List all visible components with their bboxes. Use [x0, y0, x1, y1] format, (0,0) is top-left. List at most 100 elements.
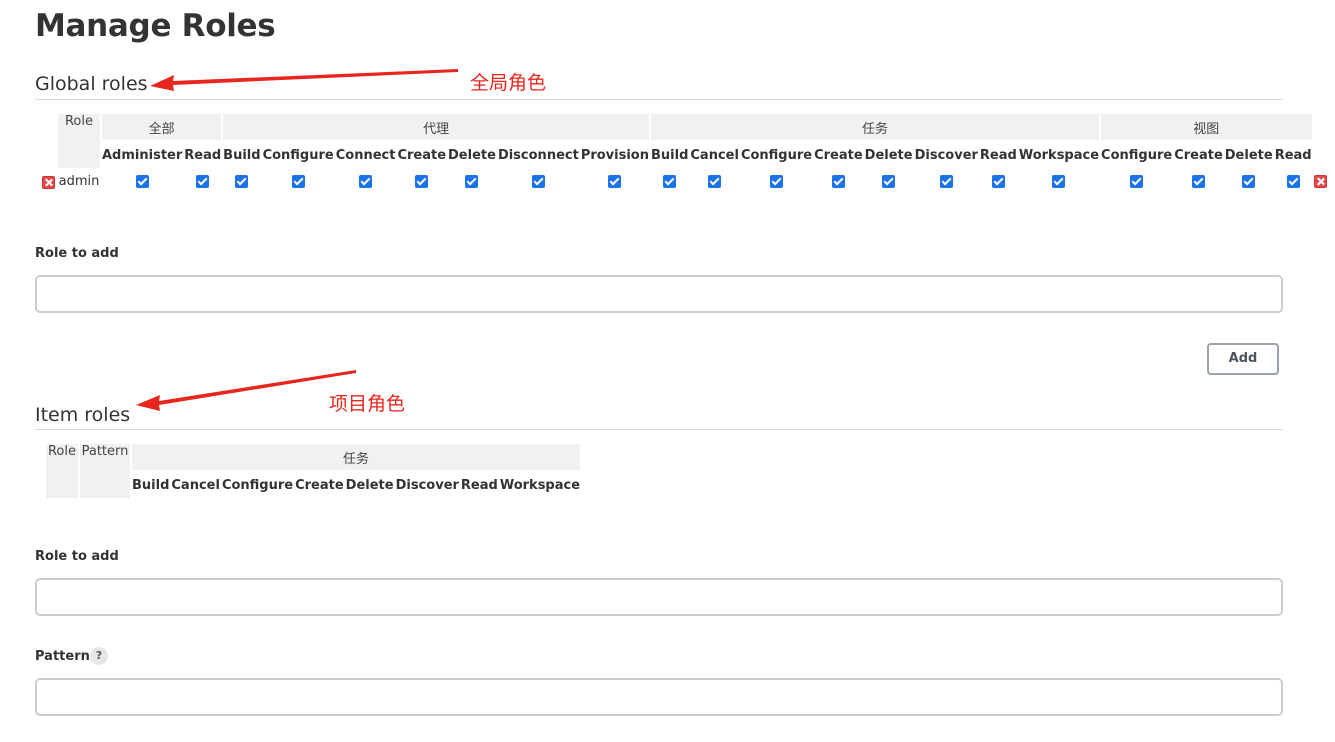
role-name: admin — [58, 173, 100, 189]
permission-header: Delete — [864, 147, 913, 163]
permission-header: Discover — [914, 147, 978, 163]
item-role-to-add-label: Role to add — [35, 549, 119, 564]
permission-header: Configure — [1101, 147, 1173, 163]
permission-checkbox[interactable] — [1130, 174, 1144, 188]
permission-header: Cancel — [171, 477, 220, 493]
role-name-cell: admin — [42, 170, 100, 192]
permission-cell — [498, 170, 579, 192]
pattern-column-header: Pattern — [80, 444, 130, 498]
permission-checkbox[interactable] — [770, 174, 784, 188]
permission-header: Read — [184, 147, 222, 163]
item-role-to-add-input[interactable] — [35, 578, 1283, 616]
permission-header: Read — [460, 477, 498, 493]
permission-cell — [184, 170, 221, 192]
permission-group-header: 任务 — [132, 444, 581, 470]
delete-role-icon[interactable] — [1313, 174, 1327, 188]
item-roles-annotation: 项目角色 — [329, 393, 406, 415]
permission-cell — [1275, 170, 1312, 192]
permission-checkbox[interactable] — [608, 174, 622, 188]
permission-checkbox[interactable] — [415, 174, 429, 188]
permission-cell — [581, 170, 649, 192]
permission-header: Workspace — [499, 477, 581, 493]
global-roles-annotation-arrow — [150, 69, 458, 91]
permission-checkbox[interactable] — [465, 174, 479, 188]
row-end-cell — [1313, 170, 1327, 192]
permission-cell — [1225, 170, 1273, 192]
permission-cell — [1101, 170, 1172, 192]
permission-checkbox[interactable] — [831, 174, 845, 188]
global-role-to-add-input[interactable] — [35, 275, 1283, 313]
item-roles-title: Item roles — [35, 404, 131, 426]
permission-header: Workspace — [1018, 147, 1100, 163]
permission-header: Delete — [1224, 147, 1273, 163]
permission-header: Provision — [580, 147, 649, 163]
permission-header: Delete — [448, 147, 496, 163]
pattern-label: Pattern — [35, 649, 90, 664]
permission-cell — [690, 170, 739, 192]
permission-checkbox[interactable] — [1286, 174, 1300, 188]
permission-checkbox[interactable] — [1242, 174, 1256, 188]
permission-checkbox[interactable] — [708, 174, 722, 188]
global-role-to-add-label: Role to add — [35, 246, 119, 261]
permission-checkbox[interactable] — [939, 174, 953, 188]
permission-checkbox[interactable] — [1052, 174, 1066, 188]
permission-checkbox[interactable] — [135, 174, 149, 188]
permission-cell — [263, 170, 334, 192]
permission-checkbox[interactable] — [991, 174, 1005, 188]
permission-header: Configure — [221, 477, 294, 493]
permission-header: Create — [295, 477, 344, 493]
permission-cell — [915, 170, 978, 192]
permission-group-header: 视图 — [1101, 114, 1312, 140]
permission-cell — [397, 170, 446, 192]
permission-header: Build — [651, 147, 689, 163]
delete-role-icon[interactable] — [42, 176, 55, 189]
permission-header: Build — [132, 477, 170, 493]
permission-header: Read — [979, 147, 1017, 163]
role-row: admin — [42, 170, 1327, 192]
permission-cell — [865, 170, 913, 192]
permission-cell — [741, 170, 812, 192]
global-roles-title: Global roles — [35, 73, 148, 95]
permission-group-header: 全部 — [102, 114, 222, 140]
permission-cell — [1174, 170, 1223, 192]
permission-checkbox[interactable] — [196, 174, 210, 188]
permission-checkbox[interactable] — [235, 174, 249, 188]
permission-cell — [651, 170, 688, 192]
role-column-header: Role — [58, 114, 100, 168]
permission-header: Build — [223, 147, 261, 163]
permission-checkbox[interactable] — [1191, 174, 1205, 188]
item-roles-divider — [35, 429, 1283, 430]
permission-cell — [102, 170, 182, 192]
permission-header: Read — [1274, 147, 1312, 163]
permission-cell — [336, 170, 396, 192]
permission-checkbox[interactable] — [882, 174, 896, 188]
global-roles-annotation: 全局角色 — [470, 72, 547, 94]
permission-header: Cancel — [690, 147, 739, 163]
permission-checkbox[interactable] — [359, 174, 373, 188]
permission-header: Create — [1174, 147, 1223, 163]
add-global-role-button[interactable]: Add — [1207, 343, 1279, 375]
permission-cell — [814, 170, 863, 192]
permission-header: Administer — [102, 147, 183, 163]
permission-cell — [1019, 170, 1099, 192]
permission-cell — [448, 170, 496, 192]
item-roles-table: Role Pattern 任务 Build Cancel Configure Create… — [44, 442, 582, 500]
permission-header: Configure — [740, 147, 813, 163]
permission-checkbox[interactable] — [291, 174, 305, 188]
permission-checkbox[interactable] — [663, 174, 677, 188]
permission-group-header: 代理 — [223, 114, 649, 140]
permission-cell — [980, 170, 1017, 192]
pattern-help-icon[interactable]: ? — [90, 647, 108, 665]
permission-header: Configure — [262, 147, 334, 163]
permission-checkbox[interactable] — [531, 174, 545, 188]
permission-header: Discover — [395, 477, 459, 493]
permission-cell — [223, 170, 260, 192]
permission-header: Delete — [345, 477, 394, 493]
permission-group-header: 任务 — [651, 114, 1100, 140]
page-title: Manage Roles — [35, 8, 276, 44]
pattern-input[interactable] — [35, 678, 1283, 716]
permission-header: Create — [814, 147, 863, 163]
role-column-header: Role — [46, 444, 78, 498]
permission-header: Create — [397, 147, 447, 163]
permission-header: Connect — [335, 147, 396, 163]
